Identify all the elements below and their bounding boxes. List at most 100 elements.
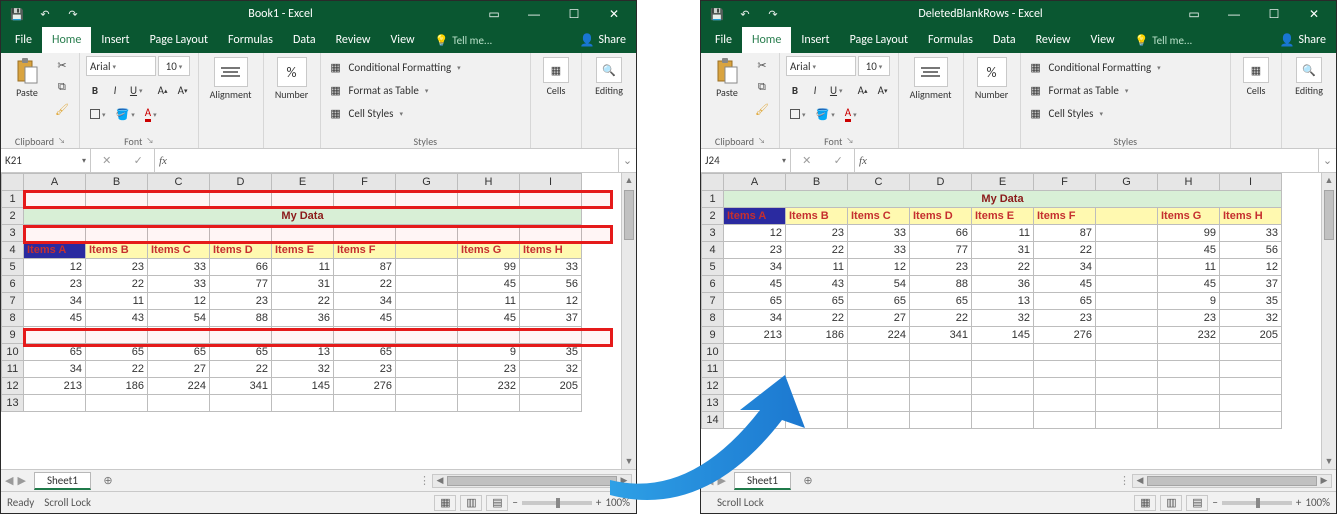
cell[interactable]: 54 <box>848 276 910 293</box>
cell[interactable] <box>396 225 458 242</box>
alignment-button[interactable]: Alignment <box>905 55 957 100</box>
cell[interactable] <box>396 378 458 395</box>
cell[interactable]: 45 <box>334 310 396 327</box>
cell[interactable]: 37 <box>1220 276 1282 293</box>
hscroll-thumb[interactable] <box>447 476 617 486</box>
cell[interactable]: 65 <box>334 344 396 361</box>
row-header[interactable]: 13 <box>2 395 24 412</box>
view-normal-icon[interactable]: ▦ <box>1134 495 1156 511</box>
shrink-font-button[interactable]: A▾ <box>174 80 192 100</box>
title-cell[interactable]: My Data <box>724 191 1282 208</box>
cell[interactable] <box>724 378 786 395</box>
cell[interactable] <box>848 361 910 378</box>
row-header[interactable]: 11 <box>702 361 724 378</box>
cell[interactable] <box>1096 395 1158 412</box>
header-cell[interactable]: Items D <box>910 208 972 225</box>
tab-page-layout[interactable]: Page Layout <box>840 27 918 53</box>
cell[interactable] <box>520 327 582 344</box>
header-cell[interactable]: Items C <box>848 208 910 225</box>
row-header[interactable]: 3 <box>2 225 24 242</box>
conditional-formatting-button[interactable]: ▦Conditional Formatting▾ <box>327 57 461 77</box>
cell[interactable] <box>972 361 1034 378</box>
format-painter-icon[interactable]: 🖌 <box>51 99 73 119</box>
cell[interactable]: 65 <box>724 293 786 310</box>
cell[interactable]: 56 <box>520 276 582 293</box>
column-header[interactable]: D <box>210 174 272 191</box>
cell[interactable] <box>910 395 972 412</box>
cell[interactable] <box>334 327 396 344</box>
cell[interactable]: 45 <box>724 276 786 293</box>
header-cell[interactable] <box>1096 208 1158 225</box>
cell[interactable] <box>910 361 972 378</box>
header-cell[interactable]: Items E <box>972 208 1034 225</box>
cell-styles-button[interactable]: ▦Cell Styles▾ <box>1027 103 1161 123</box>
tab-nav-next-icon[interactable]: ▶ <box>717 474 725 487</box>
header-cell[interactable]: Items E <box>272 242 334 259</box>
cell[interactable]: 34 <box>334 293 396 310</box>
number-button[interactable]: % Number <box>970 55 1014 100</box>
close-icon[interactable]: ✕ <box>1296 1 1332 27</box>
cell[interactable]: 205 <box>520 378 582 395</box>
cell[interactable] <box>396 259 458 276</box>
cell[interactable] <box>272 327 334 344</box>
cell[interactable]: 23 <box>786 225 848 242</box>
vertical-scrollbar[interactable]: ▲ ▼ <box>1321 173 1336 469</box>
fill-color-button[interactable]: 🪣▾ <box>811 104 838 124</box>
cell[interactable] <box>1034 412 1096 429</box>
scroll-right-icon[interactable]: ▶ <box>1317 475 1331 486</box>
cell[interactable] <box>1096 412 1158 429</box>
scroll-left-icon[interactable]: ◀ <box>433 475 447 486</box>
column-header[interactable]: C <box>848 174 910 191</box>
header-cell[interactable]: Items F <box>334 242 396 259</box>
name-box[interactable]: J24▾ <box>701 149 791 172</box>
cell[interactable]: 22 <box>1034 242 1096 259</box>
view-normal-icon[interactable]: ▦ <box>434 495 456 511</box>
fx-icon[interactable]: fx <box>159 155 167 167</box>
cell[interactable]: 23 <box>334 361 396 378</box>
cell[interactable] <box>396 191 458 208</box>
cell[interactable] <box>1220 378 1282 395</box>
cell[interactable] <box>1096 378 1158 395</box>
format-as-table-button[interactable]: ▦Format as Table▾ <box>327 80 461 100</box>
zoom-in-icon[interactable]: + <box>1296 496 1301 509</box>
cell[interactable] <box>520 395 582 412</box>
cell[interactable]: 23 <box>724 242 786 259</box>
enter-formula-icon[interactable]: ✓ <box>134 154 143 167</box>
column-header[interactable]: B <box>86 174 148 191</box>
borders-button[interactable]: ▾ <box>786 104 810 124</box>
cell[interactable]: 32 <box>972 310 1034 327</box>
borders-button[interactable]: ▾ <box>86 104 110 124</box>
cell[interactable]: 32 <box>520 361 582 378</box>
tab-page-layout[interactable]: Page Layout <box>140 27 218 53</box>
expand-formula-bar-icon[interactable]: ⌄ <box>618 149 636 172</box>
horizontal-scrollbar[interactable]: ◀ ▶ <box>1132 474 1332 488</box>
header-cell[interactable]: Items B <box>786 208 848 225</box>
sheet-tab[interactable]: Sheet1 <box>34 472 91 490</box>
cell[interactable] <box>396 276 458 293</box>
cell[interactable] <box>972 344 1034 361</box>
dialog-launcher-icon[interactable]: ↘ <box>846 136 853 146</box>
cell[interactable]: 12 <box>848 259 910 276</box>
cell[interactable]: 33 <box>848 225 910 242</box>
grow-font-button[interactable]: A▴ <box>154 80 172 100</box>
cell[interactable]: 22 <box>786 242 848 259</box>
scroll-up-icon[interactable]: ▲ <box>1322 173 1336 188</box>
cell[interactable] <box>520 225 582 242</box>
cell[interactable]: 33 <box>520 259 582 276</box>
column-header[interactable]: F <box>1034 174 1096 191</box>
cell[interactable] <box>786 344 848 361</box>
cell[interactable]: 27 <box>848 310 910 327</box>
header-cell[interactable] <box>396 242 458 259</box>
cell[interactable]: 232 <box>1158 327 1220 344</box>
number-button[interactable]: % Number <box>270 55 314 100</box>
cell[interactable] <box>210 327 272 344</box>
cell[interactable] <box>272 225 334 242</box>
cancel-formula-icon[interactable]: ✕ <box>102 154 111 167</box>
cell[interactable]: 45 <box>1158 242 1220 259</box>
font-color-button[interactable]: A▾ <box>841 104 861 124</box>
column-header[interactable]: A <box>724 174 786 191</box>
cell[interactable]: 341 <box>210 378 272 395</box>
row-header[interactable]: 1 <box>702 191 724 208</box>
row-header[interactable]: 8 <box>2 310 24 327</box>
cell[interactable]: 32 <box>1220 310 1282 327</box>
